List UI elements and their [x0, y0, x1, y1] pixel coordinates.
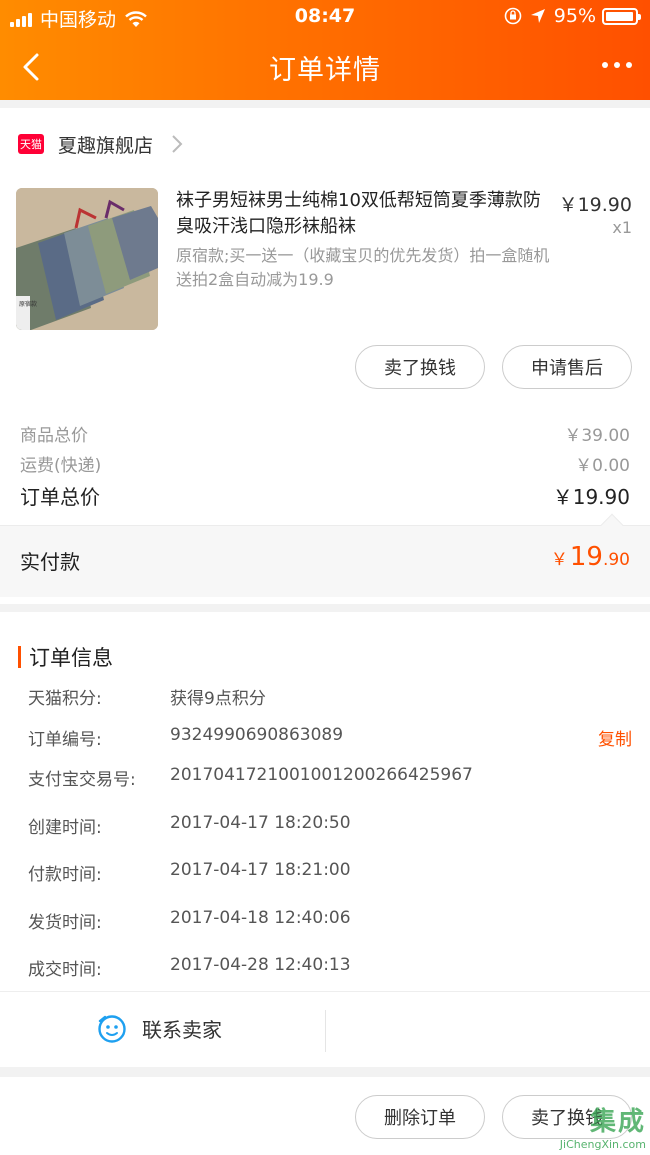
contact-seller-button[interactable]: 联系卖家	[96, 1012, 222, 1044]
goods-total-label: 商品总价	[20, 426, 88, 446]
paid-decimal: .90	[602, 550, 630, 570]
watermark-mark: 集成	[589, 1107, 646, 1137]
product-price: ￥19.90	[558, 194, 632, 216]
shipping-value: ￥0.00	[575, 456, 630, 476]
paid-currency: ￥	[550, 550, 568, 570]
shipping-label: 运费(快递)	[20, 456, 102, 476]
after-sale-button[interactable]: 申请售后	[502, 345, 632, 389]
contact-seller-label: 联系卖家	[142, 1017, 222, 1042]
location-arrow-icon	[530, 9, 545, 23]
order-total-label: 订单总价	[20, 485, 100, 509]
bottom-action-bar: 删除订单 卖了换钱	[0, 1077, 650, 1155]
watermark: 集成 JiChengXin.com	[560, 1101, 646, 1151]
info-row-shipped: 发货时间: 2017-04-18 12:40:06	[28, 908, 351, 933]
paid-label: 实付款	[20, 550, 80, 574]
info-row-order-number: 订单编号: 9324990690863089 复制	[28, 725, 632, 750]
info-row-paid-time: 付款时间: 2017-04-17 18:21:00	[28, 860, 351, 885]
paid-integer: 19	[569, 542, 603, 572]
product-sku: 原宿款;买一送一（收藏宝贝的优先发货）拍一盒随机送拍2盒自动减为19.9	[176, 246, 550, 289]
watermark-site: JiChengXin.com	[559, 1138, 646, 1151]
info-row-created: 创建时间: 2017-04-17 18:20:50	[28, 813, 351, 838]
sell-item-button[interactable]: 卖了换钱	[355, 345, 485, 389]
tmall-logo: 天猫	[18, 134, 44, 154]
order-info-card: 订单信息 天猫积分: 获得9点积分 订单编号: 9324990690863089…	[0, 612, 650, 1067]
copy-button[interactable]: 复制	[598, 725, 632, 750]
page-title: 订单详情	[269, 55, 381, 86]
chevron-right-icon	[172, 135, 183, 153]
shipping-row: 运费(快递) ￥0.00	[20, 451, 630, 476]
order-total-value: ￥19.90	[552, 485, 630, 509]
product-title[interactable]: 袜子男短袜男士纯棉10双低帮短筒夏季薄款防臭吸汗浅口隐形袜船袜	[176, 188, 541, 240]
delete-order-button[interactable]: 删除订单	[355, 1095, 485, 1139]
more-dots-icon[interactable]	[596, 62, 632, 68]
product-image[interactable]: 原宿款	[16, 188, 158, 330]
info-row-alipay-trade: 支付宝交易号: 2017041721001001200266425967	[28, 765, 473, 790]
chat-face-icon	[98, 1015, 126, 1043]
app-header: 中国移动 08:47 95% 订单详情	[0, 0, 650, 100]
paid-row: 实付款 ￥ 19 .90	[0, 513, 650, 597]
order-item-card: 天猫 夏趣旗舰店 原宿款 袜子男短袜男士纯棉10双低帮短筒夏季薄款防臭吸汗浅口隐…	[0, 108, 650, 604]
nav-bar: 订单详情	[0, 34, 650, 100]
order-total-row: 订单总价 ￥19.90	[20, 481, 630, 510]
battery-percent: 95%	[553, 5, 596, 27]
battery-icon	[602, 7, 641, 25]
status-bar: 中国移动 08:47 95%	[0, 0, 650, 34]
product-image-label: 原宿款	[19, 300, 37, 308]
contact-row: 联系卖家	[0, 991, 650, 1067]
goods-total-value: ￥39.00	[564, 426, 630, 446]
info-row-completed: 成交时间: 2017-04-28 12:40:13	[28, 955, 351, 980]
orientation-lock-icon	[504, 7, 522, 25]
goods-total-row: 商品总价 ￥39.00	[20, 421, 630, 446]
info-row-points: 天猫积分: 获得9点积分	[28, 689, 266, 709]
paid-amount: ￥ 19 .90	[551, 542, 630, 572]
product-quantity: x1	[612, 218, 632, 237]
shop-row[interactable]: 天猫 夏趣旗舰店	[0, 108, 650, 180]
order-info-title: 订单信息	[18, 642, 113, 672]
shop-name: 夏趣旗舰店	[58, 134, 154, 157]
